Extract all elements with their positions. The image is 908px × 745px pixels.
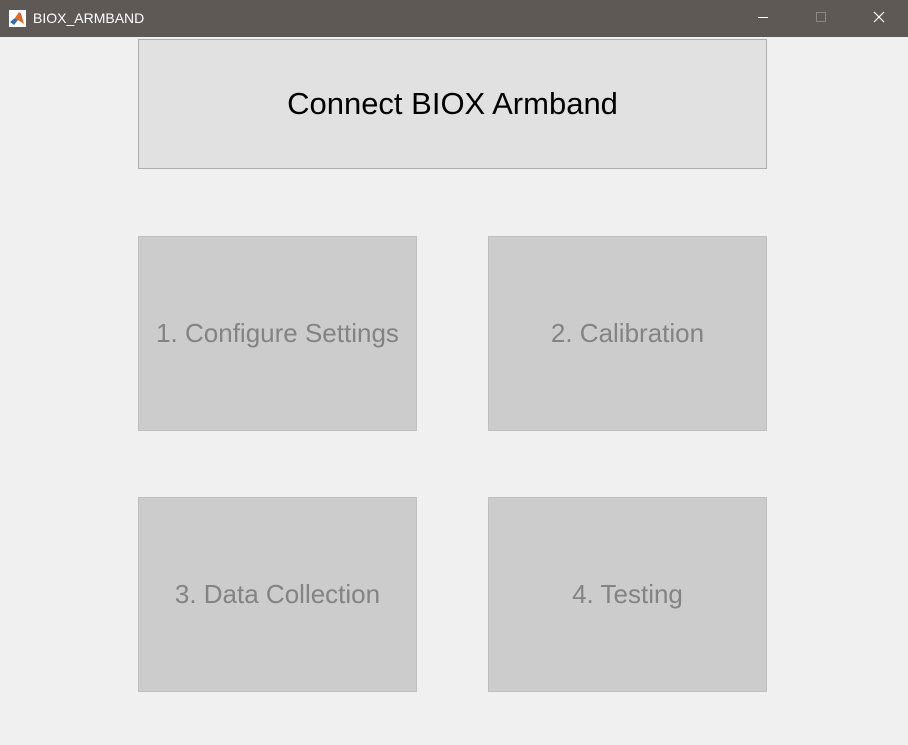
calibration-label: 2. Calibration — [550, 318, 705, 348]
close-button[interactable] — [850, 0, 908, 37]
matlab-icon — [9, 10, 26, 27]
minimize-icon — [757, 10, 769, 28]
connect-armband-label: Connect BIOX Armband — [287, 86, 618, 121]
window-title: BIOX_ARMBAND — [33, 10, 145, 26]
calibration-button: 2. Calibration — [488, 236, 767, 431]
testing-label: 4. Testing — [572, 579, 683, 609]
data-collection-button: 3. Data Collection — [138, 497, 417, 692]
maximize-button — [792, 0, 850, 37]
connect-armband-button[interactable]: Connect BIOX Armband — [138, 39, 767, 169]
main-panel: Connect BIOX Armband 1. Configure Settin… — [0, 37, 908, 745]
minimize-button[interactable] — [734, 0, 792, 37]
testing-button: 4. Testing — [488, 497, 767, 692]
title-bar[interactable]: BIOX_ARMBAND — [0, 0, 908, 37]
data-collection-label: 3. Data Collection — [174, 579, 381, 609]
maximize-icon — [815, 10, 827, 28]
close-icon — [873, 10, 885, 28]
configure-settings-label: 1. Configure Settings — [156, 318, 399, 348]
configure-settings-button: 1. Configure Settings — [138, 236, 417, 431]
